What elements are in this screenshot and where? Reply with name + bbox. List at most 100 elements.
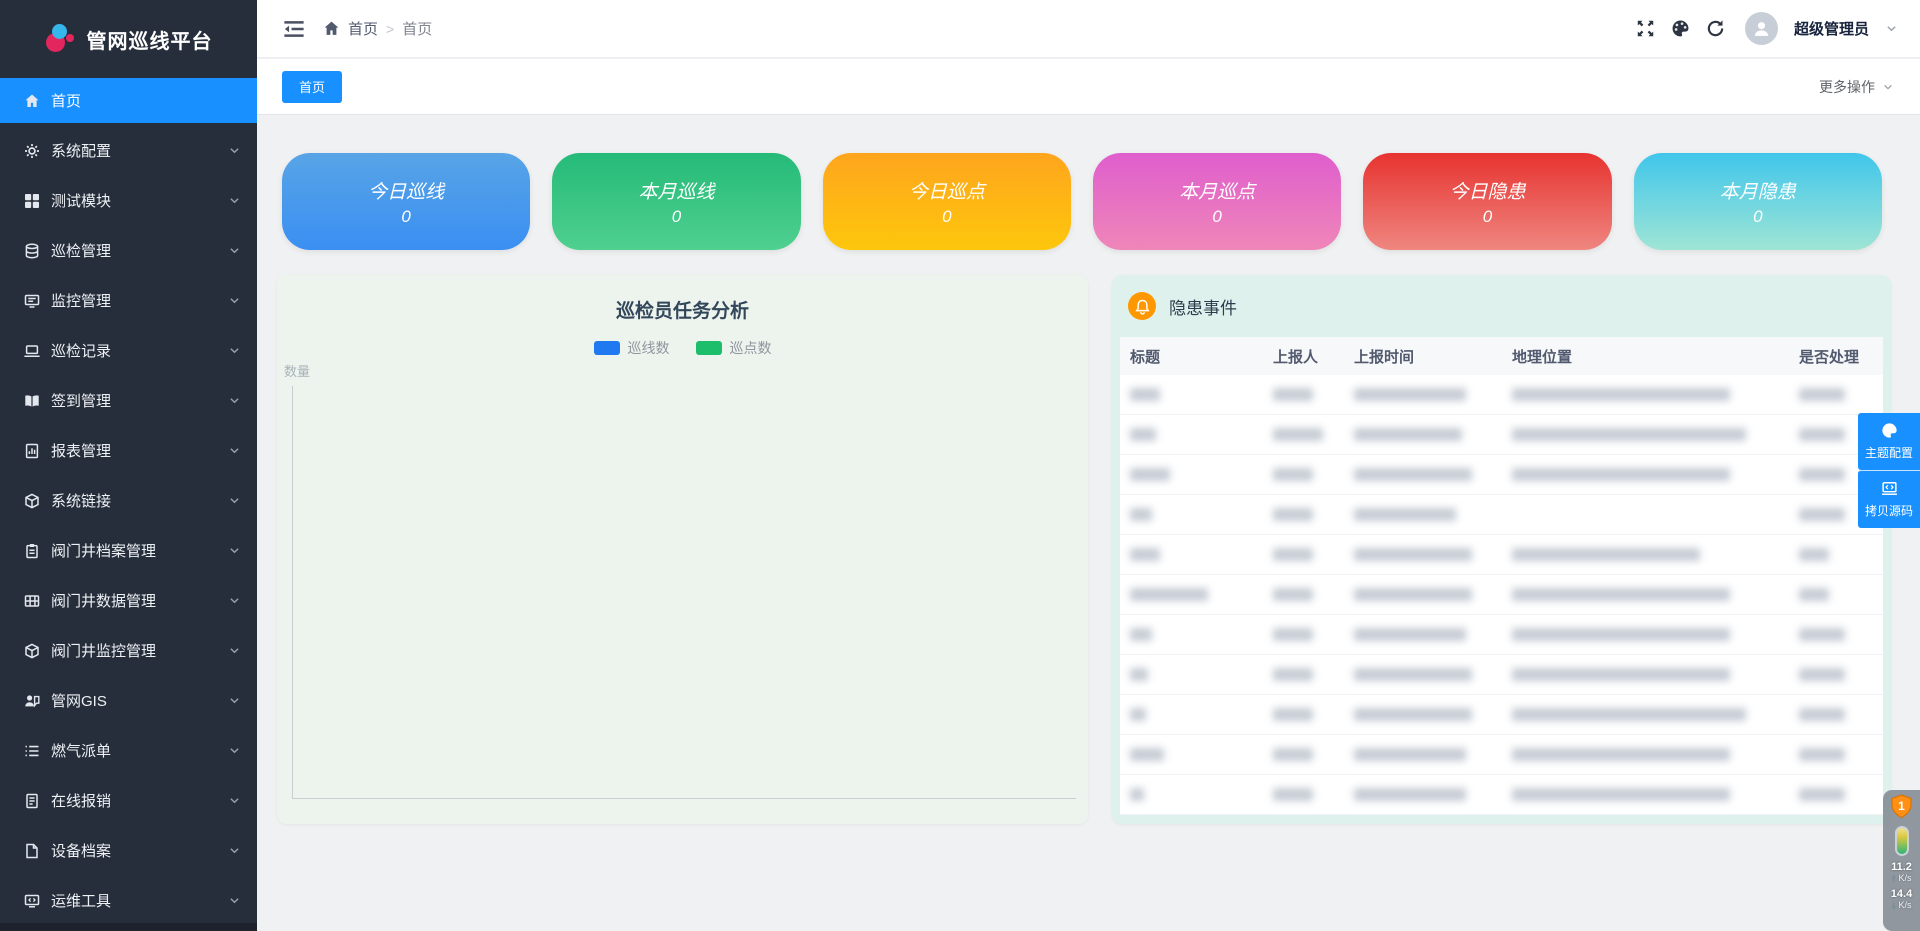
network-monitor-widget[interactable]: 1 11.2 ↑ K/s 14.4 ↓ K/s (1883, 790, 1920, 931)
refresh-icon[interactable] (1706, 19, 1725, 38)
redacted-cell-content (1799, 468, 1845, 481)
chevron-down-icon (228, 194, 241, 207)
pipeline-inspection-dashboard: 管网巡线平台 首页系统配置测试模块巡检管理监控管理巡检记录签到管理报表管理系统链… (0, 0, 1920, 931)
stat-card-value: 0 (942, 207, 951, 227)
sidebar-item-label: 管网GIS (51, 690, 228, 711)
chevron-down-icon (228, 694, 241, 707)
sidebar-item-巡检记录[interactable]: 巡检记录 (0, 328, 257, 373)
palette-icon (1881, 422, 1898, 439)
table-row[interactable] (1120, 375, 1883, 415)
redacted-cell-content (1130, 388, 1160, 401)
tab-home[interactable]: 首页 (282, 71, 342, 103)
stat-card-今日隐患[interactable]: 今日隐患0 (1363, 153, 1611, 250)
incident-panel-title: 隐患事件 (1169, 294, 1237, 319)
legend-item-巡点数[interactable]: 巡点数 (696, 338, 772, 358)
copy-source-button[interactable]: 拷贝源码 (1858, 470, 1920, 528)
redacted-cell-content (1130, 588, 1208, 601)
sidebar-item-设备档案[interactable]: 设备档案 (0, 828, 257, 873)
sidebar-item-阀门井数据管理[interactable]: 阀门井数据管理 (0, 578, 257, 623)
redacted-cell-content (1512, 668, 1730, 681)
redacted-cell-content (1130, 468, 1170, 481)
chevron-down-icon (228, 444, 241, 457)
table-row[interactable] (1120, 495, 1883, 535)
stat-card-value: 0 (1212, 207, 1221, 227)
up-arrow-icon: ↑ (1891, 873, 1896, 883)
table-row[interactable] (1120, 615, 1883, 655)
table-row[interactable] (1120, 655, 1883, 695)
fullscreen-icon[interactable] (1636, 19, 1655, 38)
redacted-cell-content (1354, 388, 1466, 401)
top-header: 首页 > 首页 超级管理员 (257, 0, 1920, 58)
sidebar-item-阀门井监控管理[interactable]: 阀门井监控管理 (0, 628, 257, 673)
redacted-cell-content (1354, 468, 1472, 481)
brand-logo-icon (45, 23, 77, 55)
legend-label: 巡点数 (730, 338, 772, 358)
legend-item-巡线数[interactable]: 巡线数 (594, 338, 670, 358)
breadcrumb-home[interactable]: 首页 (348, 18, 378, 39)
incident-events-panel: 隐患事件 标题上报人上报时间地理位置是否处理 (1112, 275, 1891, 824)
sidebar-item-label: 阀门井监控管理 (51, 640, 228, 661)
sidebar-item-label: 在线报销 (51, 790, 228, 811)
table-row[interactable] (1120, 695, 1883, 735)
chevron-down-icon (228, 144, 241, 157)
brand-logo[interactable]: 管网巡线平台 (0, 0, 257, 78)
sidebar-item-监控管理[interactable]: 监控管理 (0, 278, 257, 323)
floating-tools: 主题配置 拷贝源码 (1858, 413, 1920, 528)
table-row[interactable] (1120, 575, 1883, 615)
sidebar-item-管网GIS[interactable]: 管网GIS (0, 678, 257, 723)
sidebar-item-label: 系统链接 (51, 490, 228, 511)
table-row[interactable] (1120, 415, 1883, 455)
redacted-cell-content (1130, 548, 1160, 561)
sidebar-item-测试模块[interactable]: 测试模块 (0, 178, 257, 223)
chevron-down-icon (228, 494, 241, 507)
redacted-cell-content (1130, 788, 1144, 801)
sidebar-item-首页[interactable]: 首页 (0, 78, 257, 123)
sidebar: 管网巡线平台 首页系统配置测试模块巡检管理监控管理巡检记录签到管理报表管理系统链… (0, 0, 257, 931)
sidebar-item-燃气派单[interactable]: 燃气派单 (0, 728, 257, 773)
stat-card-本月巡点[interactable]: 本月巡点0 (1093, 153, 1341, 250)
table-row[interactable] (1120, 775, 1883, 815)
sidebar-item-系统链接[interactable]: 系统链接 (0, 478, 257, 523)
stat-card-今日巡点[interactable]: 今日巡点0 (823, 153, 1071, 250)
chevron-down-icon (228, 794, 241, 807)
table-row[interactable] (1120, 455, 1883, 495)
chart-title: 巡检员任务分析 (277, 275, 1088, 323)
redacted-cell-content (1273, 548, 1313, 561)
sidebar-item-阀门井档案管理[interactable]: 阀门井档案管理 (0, 528, 257, 573)
menu-fold-icon[interactable] (283, 18, 305, 40)
chevron-down-icon[interactable] (1885, 22, 1898, 35)
table-row[interactable] (1120, 735, 1883, 775)
sidebar-item-label: 首页 (51, 90, 241, 111)
chevron-down-icon (228, 294, 241, 307)
stat-card-本月巡线[interactable]: 本月巡线0 (552, 153, 800, 250)
chart-plot-area: 数量 (292, 386, 1076, 799)
sidebar-item-运维工具[interactable]: 运维工具 (0, 878, 257, 923)
cube-icon (24, 493, 40, 509)
user-avatar[interactable] (1745, 12, 1778, 45)
stat-card-本月隐患[interactable]: 本月隐患0 (1634, 153, 1882, 250)
theme-config-button[interactable]: 主题配置 (1858, 413, 1920, 470)
chart-legend: 巡线数 巡点数 (277, 338, 1088, 358)
sidebar-item-系统配置[interactable]: 系统配置 (0, 128, 257, 173)
stat-card-value: 0 (1753, 207, 1762, 227)
stat-card-今日巡线[interactable]: 今日巡线0 (282, 153, 530, 250)
redacted-cell-content (1799, 588, 1829, 601)
redacted-cell-content (1354, 428, 1462, 441)
sidebar-item-巡检管理[interactable]: 巡检管理 (0, 228, 257, 273)
chevron-down-icon (228, 744, 241, 757)
redacted-cell-content (1273, 388, 1313, 401)
sidebar-item-报表管理[interactable]: 报表管理 (0, 428, 257, 473)
more-operations-button[interactable]: 更多操作 (1819, 77, 1894, 97)
database-icon (24, 243, 40, 259)
panels-row: 巡检员任务分析 巡线数 巡点数 数量 隐患事件 (277, 275, 1891, 824)
palette-icon[interactable] (1671, 19, 1690, 38)
chevron-down-icon (1882, 81, 1894, 93)
user-name[interactable]: 超级管理员 (1794, 18, 1869, 39)
download-speed-value: 14.4 (1891, 888, 1912, 900)
redacted-cell-content (1130, 428, 1156, 441)
sidebar-item-在线报销[interactable]: 在线报销 (0, 778, 257, 823)
redacted-cell-content (1354, 668, 1472, 681)
sidebar-item-签到管理[interactable]: 签到管理 (0, 378, 257, 423)
chevron-down-icon (228, 844, 241, 857)
table-row[interactable] (1120, 535, 1883, 575)
